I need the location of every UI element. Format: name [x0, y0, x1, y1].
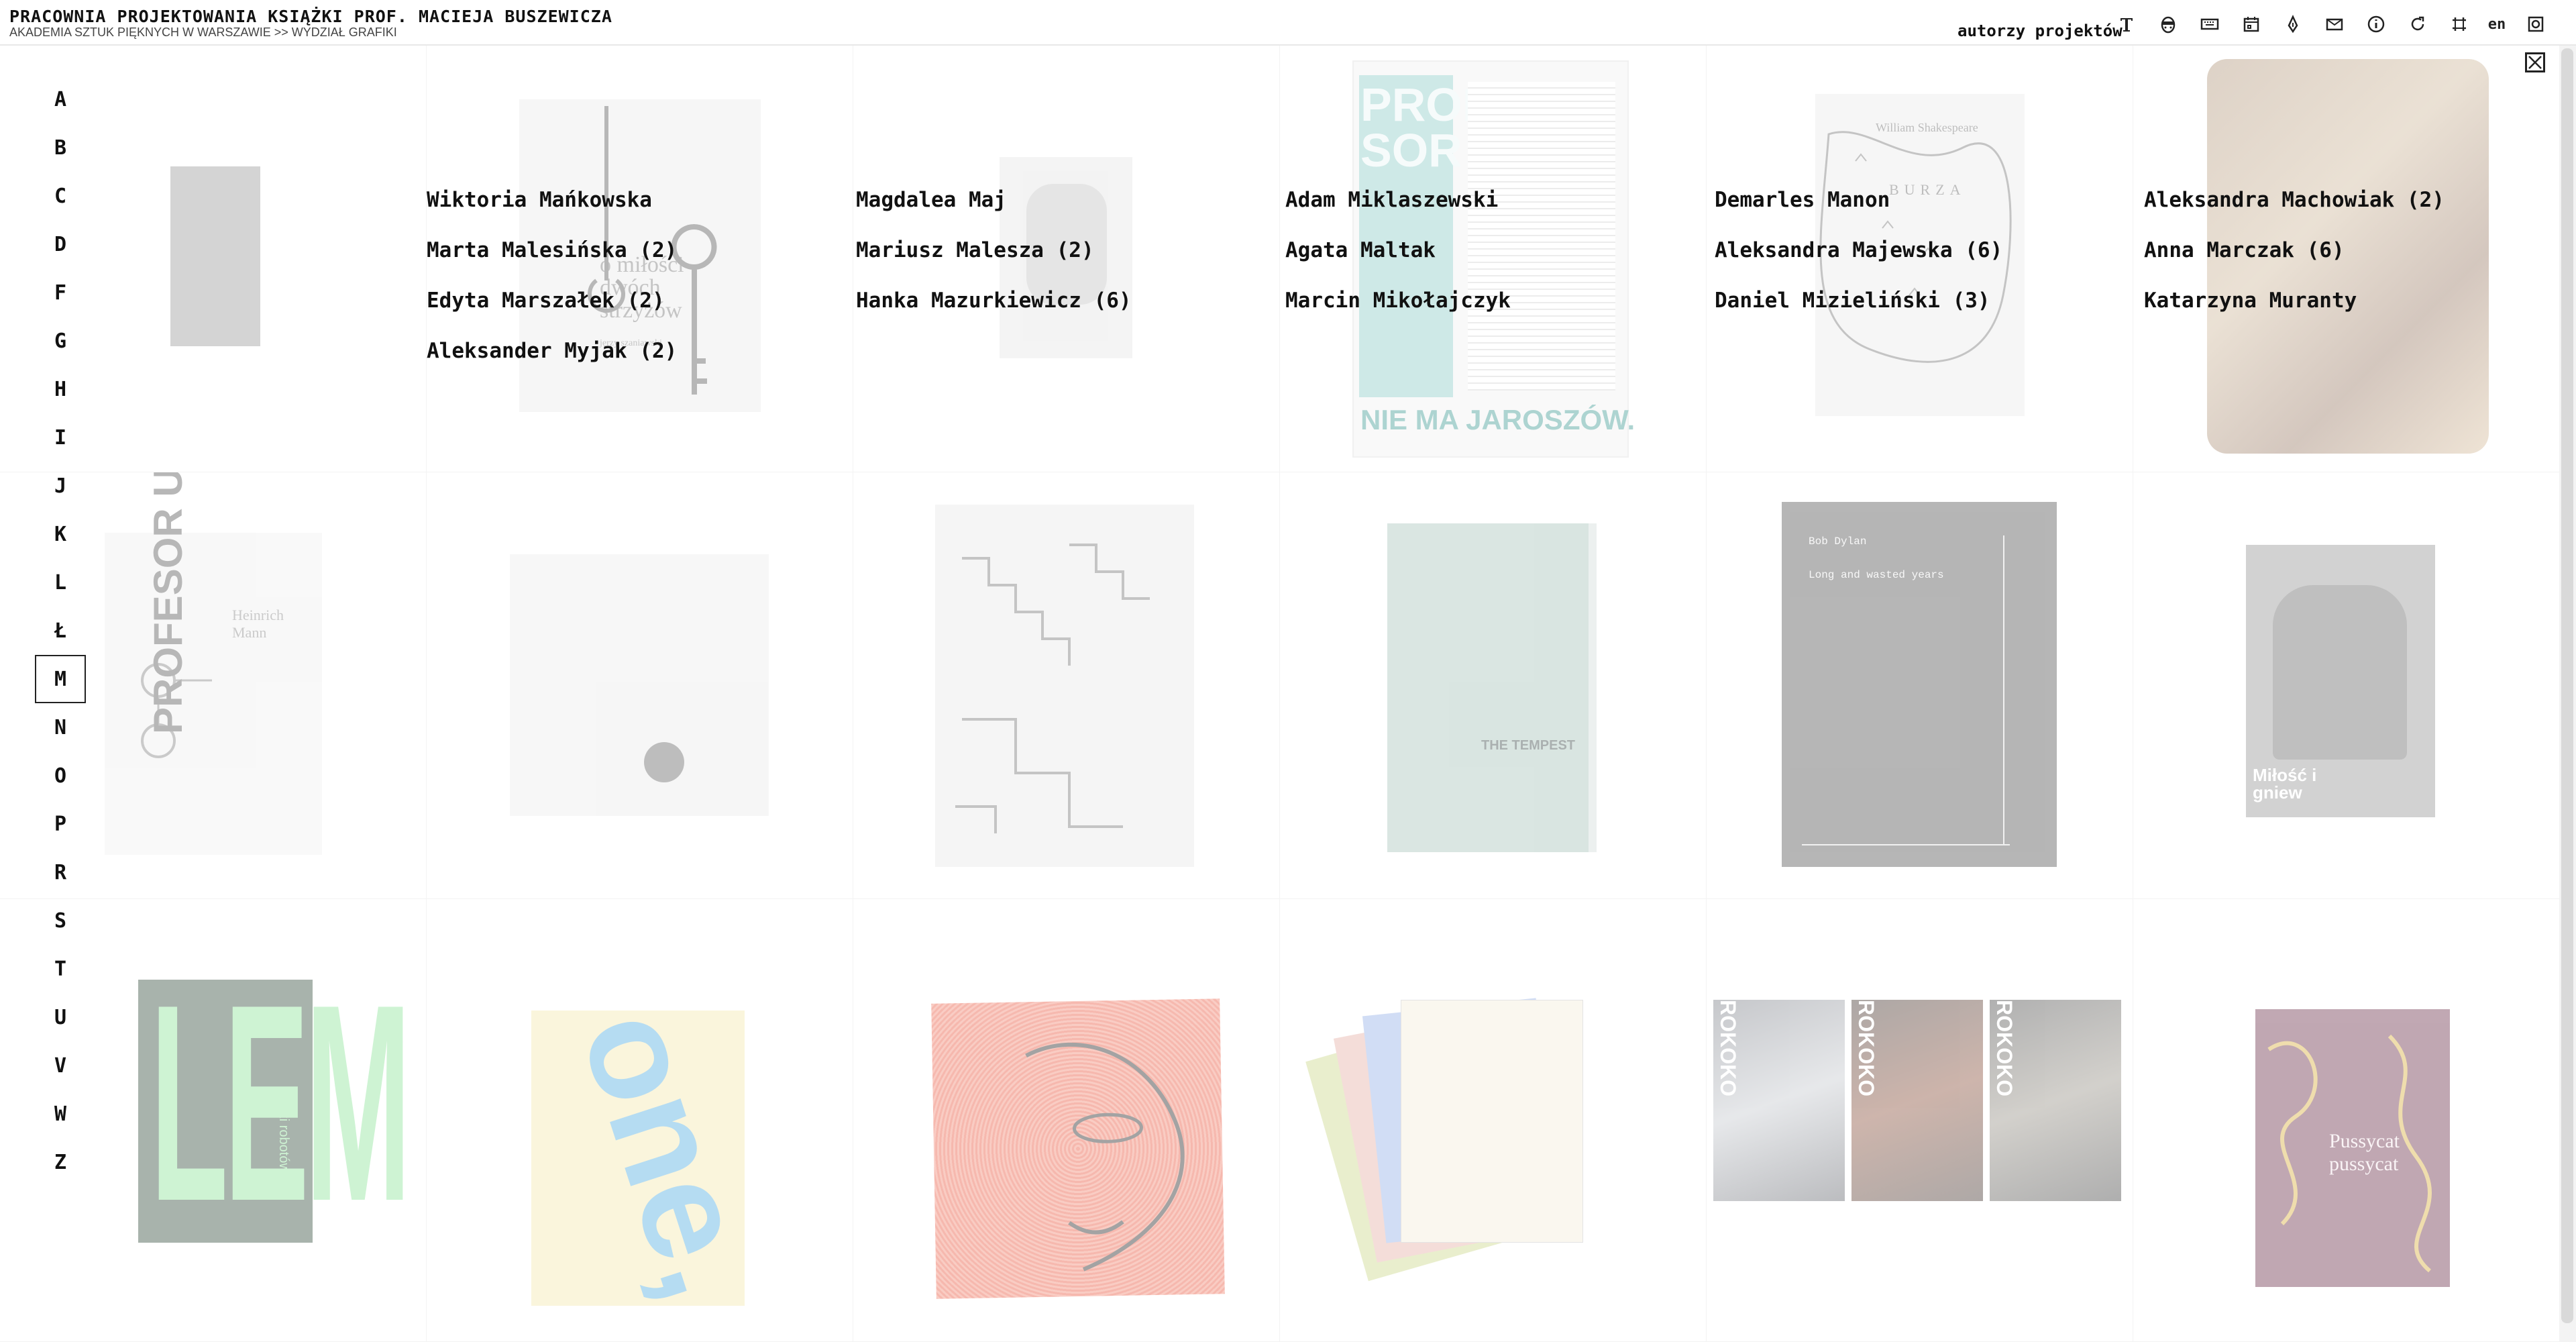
rokoko-cover-2: ROKOKO [1851, 1000, 1983, 1201]
book-tile[interactable]: one, [427, 899, 853, 1342]
letter-j[interactable]: J [35, 462, 86, 510]
dylan-cover: Bob Dylan Long and wasted years [1782, 502, 2057, 867]
scrollbar-thumb[interactable] [2561, 48, 2573, 1323]
author-link[interactable]: Hanka Mazurkiewicz (6) [856, 287, 1132, 338]
book-tile[interactable] [853, 472, 1280, 899]
tempest-cover: THE TEMPEST [1387, 523, 1597, 852]
book-tile[interactable] [853, 899, 1280, 1342]
book-tile[interactable]: Miłość i gniew [2133, 472, 2560, 899]
book-cover [170, 166, 260, 346]
author-link[interactable]: Agata Maltak [1285, 237, 1511, 287]
author-link[interactable]: Wiktoria Mańkowska [427, 187, 677, 237]
author-link[interactable]: Marta Malesińska (2) [427, 237, 677, 287]
letter-c[interactable]: C [35, 172, 86, 220]
letter-z[interactable]: Z [35, 1138, 86, 1186]
rokoko-cover-1: ROKOKO [1713, 1000, 1845, 1201]
author-link[interactable]: Aleksandra Majewska (6) [1715, 237, 2002, 287]
authors-column: Magdalea Maj Mariusz Malesza (2) Hanka M… [856, 187, 1132, 338]
letter-l[interactable]: L [35, 558, 86, 607]
authors-column: Demarles Manon Aleksandra Majewska (6) D… [1715, 187, 2002, 338]
site-subtitle: AKADEMIA SZTUK PIĘKNYCH W WARSZAWIE >> W… [9, 25, 397, 39]
book-tile[interactable]: Pussycat pussycat [2133, 899, 2560, 1342]
author-link[interactable]: Mariusz Malesza (2) [856, 237, 1132, 287]
letter-k[interactable]: K [35, 510, 86, 558]
book-cover [510, 554, 769, 816]
letter-h[interactable]: H [35, 365, 86, 413]
letter-r[interactable]: R [35, 848, 86, 896]
refresh-icon[interactable] [2406, 12, 2430, 36]
author-link[interactable]: Aleksander Myjak (2) [427, 338, 677, 388]
author-link[interactable]: Marcin Mikołajczyk [1285, 287, 1511, 338]
book-tile[interactable] [427, 472, 853, 899]
milosc-cover: Miłość i gniew [2246, 545, 2435, 817]
book-tile[interactable]: THE TEMPEST [1280, 472, 1707, 899]
letter-f[interactable]: F [35, 268, 86, 317]
author-link[interactable]: Daniel Mizieliński (3) [1715, 287, 2002, 338]
author-link[interactable]: Anna Marczak (6) [2144, 237, 2445, 287]
lem-cover: LEM bajki robotów [138, 964, 411, 1244]
language-switch[interactable]: en [2485, 12, 2509, 36]
book-tile[interactable] [1280, 899, 1707, 1342]
letter-d[interactable]: D [35, 220, 86, 268]
calendar-icon[interactable] [2239, 12, 2263, 36]
letter-a[interactable]: A [35, 75, 86, 123]
letter-i[interactable]: I [35, 413, 86, 462]
one-cover: one, [531, 1011, 745, 1306]
author-link[interactable]: Demarles Manon [1715, 187, 2002, 237]
book-cover [935, 505, 1194, 867]
letter-n[interactable]: N [35, 703, 86, 752]
letter-u[interactable]: U [35, 993, 86, 1041]
letter-v[interactable]: V [35, 1041, 86, 1090]
letter-s[interactable]: S [35, 896, 86, 945]
letter-t[interactable]: T [35, 945, 86, 993]
site-title[interactable]: PRACOWNIA PROJEKTOWANIA KSIĄŻKI PROF. MA… [9, 7, 612, 26]
book-tile[interactable]: ROKOKO ROKOKO ROKOKO [1707, 899, 2133, 1342]
keyboard-icon[interactable] [2198, 12, 2222, 36]
top-header: PRACOWNIA PROJEKTOWANIA KSIĄŻKI PROF. MA… [0, 0, 2576, 46]
author-link[interactable]: Edyta Marszałek (2) [427, 287, 677, 338]
alphabet-nav: A B C D F G H I J K L Ł M N O P R S T U … [35, 75, 86, 1186]
authors-link[interactable]: autorzy projektów [1957, 21, 2123, 40]
author-link[interactable]: Adam Miklaszewski [1285, 187, 1511, 237]
letter-l-stroke[interactable]: Ł [35, 607, 86, 655]
letter-w[interactable]: W [35, 1090, 86, 1138]
unrat-cover: Heinrich Mann PROFESOR UNRAT [105, 472, 322, 855]
pen-icon[interactable] [2281, 12, 2305, 36]
rokoko-cover-3: ROKOKO [1990, 1000, 2121, 1201]
crop-icon[interactable] [2447, 12, 2471, 36]
popart-cover [931, 998, 1225, 1299]
author-link[interactable]: Magdalea Maj [856, 187, 1132, 237]
camera-icon[interactable] [2524, 12, 2548, 36]
letter-m-active[interactable]: M [35, 655, 86, 703]
authors-column: Wiktoria Mańkowska Marta Malesińska (2) … [427, 187, 677, 388]
letter-o[interactable]: O [35, 752, 86, 800]
letter-g[interactable]: G [35, 317, 86, 365]
authors-column: Adam Miklaszewski Agata Maltak Marcin Mi… [1285, 187, 1511, 338]
book-tile[interactable]: Bob Dylan Long and wasted years [1707, 472, 2133, 899]
stacked-books [1305, 980, 1589, 1282]
face-icon[interactable] [2156, 12, 2180, 36]
letter-p[interactable]: P [35, 800, 86, 848]
text-icon[interactable] [2114, 12, 2139, 36]
info-icon[interactable] [2364, 12, 2388, 36]
pussycat-cover: Pussycat pussycat [2255, 1009, 2450, 1287]
author-link[interactable]: Katarzyna Muranty [2144, 287, 2445, 338]
letter-b[interactable]: B [35, 123, 86, 172]
authors-column: Aleksandra Machowiak (2) Anna Marczak (6… [2144, 187, 2445, 338]
close-icon[interactable] [2525, 52, 2545, 72]
mail-icon[interactable] [2322, 12, 2347, 36]
author-link[interactable]: Aleksandra Machowiak (2) [2144, 187, 2445, 237]
